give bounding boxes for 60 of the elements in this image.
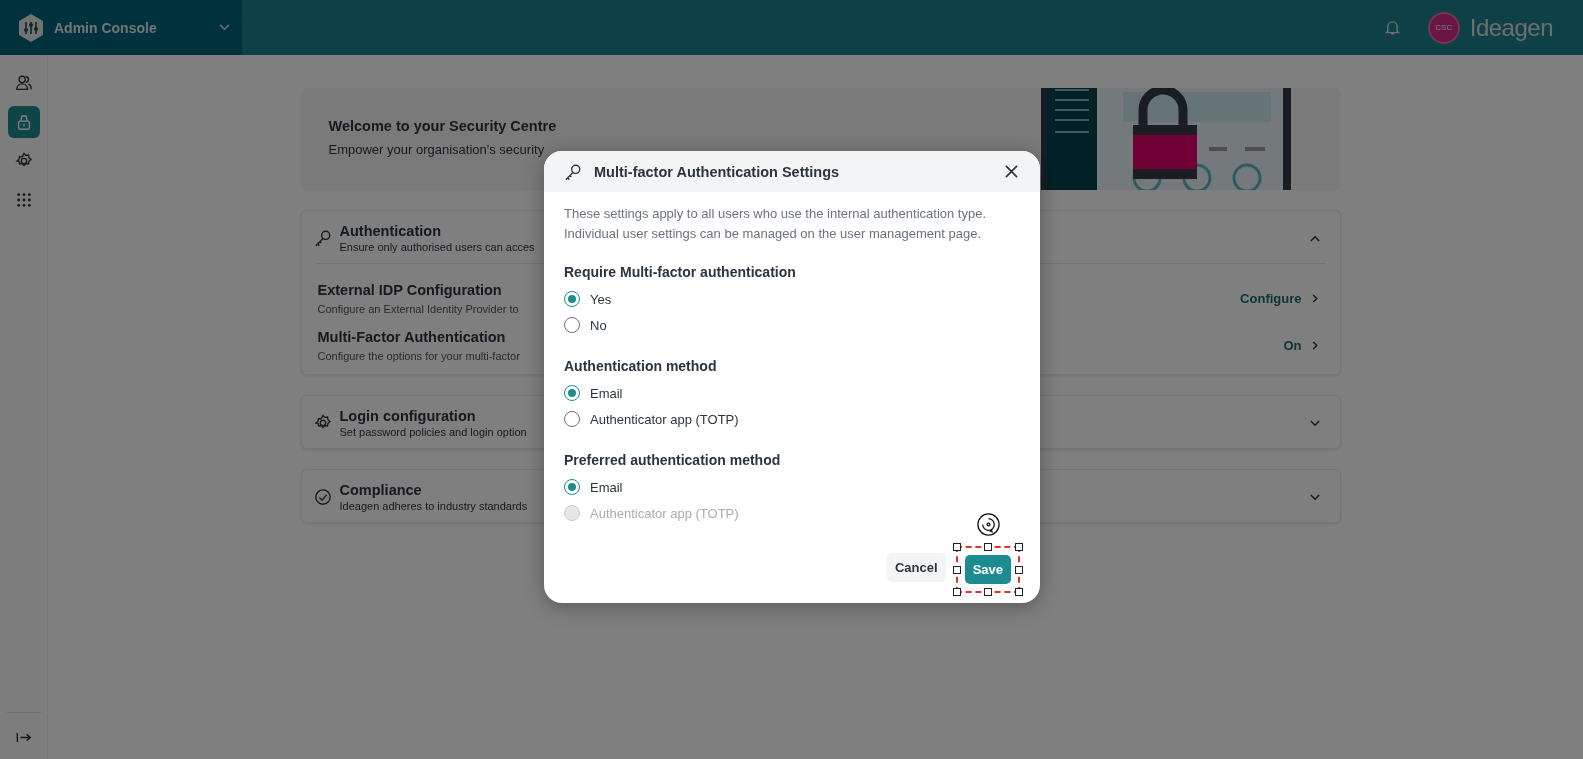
setting-description: Configure an External Identity Provider to bbox=[317, 303, 519, 315]
section-title: Authentication bbox=[339, 223, 441, 239]
expand-sidebar-icon[interactable] bbox=[15, 732, 32, 743]
setting-link[interactable]: On bbox=[1283, 338, 1302, 353]
app-switcher[interactable]: Admin Console bbox=[0, 0, 242, 55]
option-label: Email bbox=[590, 385, 623, 401]
group-label: Authentication method bbox=[564, 358, 718, 374]
option-label: No bbox=[590, 317, 607, 333]
key-icon bbox=[313, 229, 332, 247]
section-title: Compliance bbox=[339, 482, 422, 498]
resize-handle[interactable] bbox=[1015, 565, 1023, 574]
group-label: Preferred authentication method bbox=[564, 452, 782, 468]
key-icon bbox=[564, 162, 582, 181]
chevron-down-icon bbox=[219, 24, 230, 31]
close-icon[interactable] bbox=[1005, 165, 1018, 178]
check-circle-icon bbox=[313, 488, 332, 506]
dialog-description: These settings apply to all users who use the internal authentication type. Individual user settings can be managed on the user management page. bbox=[564, 205, 988, 243]
resize-handle[interactable] bbox=[1015, 543, 1023, 551]
radio-button[interactable] bbox=[564, 291, 580, 307]
users-icon bbox=[14, 74, 33, 92]
sidebar-item[interactable] bbox=[7, 106, 40, 138]
section-title: Login configuration bbox=[339, 408, 476, 424]
radio-button[interactable] bbox=[564, 479, 580, 495]
resize-handle[interactable] bbox=[983, 588, 992, 596]
group-label: Require Multi-factor authentication bbox=[564, 264, 797, 280]
sliders-icon bbox=[17, 12, 45, 43]
chevron-up-icon[interactable] bbox=[1309, 234, 1320, 242]
cancel-button[interactable]: Cancel bbox=[887, 553, 946, 582]
section-subtitle: Set password policies and login option bbox=[339, 426, 527, 438]
option-label: Email bbox=[590, 479, 623, 495]
resize-handle[interactable] bbox=[1015, 588, 1023, 596]
option-label: Authenticator app (TOTP) bbox=[590, 411, 739, 427]
setting-title: Multi-Factor Authentication bbox=[317, 329, 506, 345]
banner-text: Empower your organisation's security bbox=[328, 142, 546, 157]
chevron-right-icon bbox=[1311, 341, 1318, 350]
resize-handle[interactable] bbox=[952, 543, 961, 551]
chevron-down-icon[interactable] bbox=[1309, 419, 1320, 427]
chevron-down-icon[interactable] bbox=[1309, 493, 1320, 501]
option-label: Yes bbox=[590, 291, 612, 307]
setting-title: External IDP Configuration bbox=[317, 282, 502, 298]
user-avatar[interactable]: CSC bbox=[1427, 11, 1460, 44]
section-subtitle: Ensure only authorised users can acces bbox=[339, 241, 535, 253]
section-subtitle: Ideagen adheres to industry standards bbox=[339, 500, 528, 512]
resize-handle[interactable] bbox=[952, 588, 961, 596]
resize-handle[interactable] bbox=[983, 543, 992, 551]
setting-description: Configure the options for your multi-factor bbox=[317, 350, 520, 362]
resize-handle[interactable] bbox=[952, 565, 961, 574]
dialog-title: Multi-factor Authentication Settings bbox=[594, 163, 841, 180]
radio-button[interactable] bbox=[564, 385, 580, 401]
radio-button[interactable] bbox=[564, 317, 580, 333]
setting-link[interactable]: Configure bbox=[1240, 291, 1302, 306]
radio-button[interactable] bbox=[564, 411, 580, 427]
banner-title: Welcome to your Security Centre bbox=[328, 118, 557, 134]
apps-grid-icon bbox=[15, 192, 32, 208]
chevron-right-icon bbox=[1311, 294, 1318, 303]
save-button[interactable]: Save bbox=[964, 555, 1011, 584]
brand-logo: Ideagen bbox=[1469, 13, 1553, 42]
rotate-handle-icon[interactable] bbox=[975, 512, 1001, 537]
app-title: Admin Console bbox=[54, 19, 158, 36]
option-label: Authenticator app (TOTP) bbox=[590, 505, 739, 521]
